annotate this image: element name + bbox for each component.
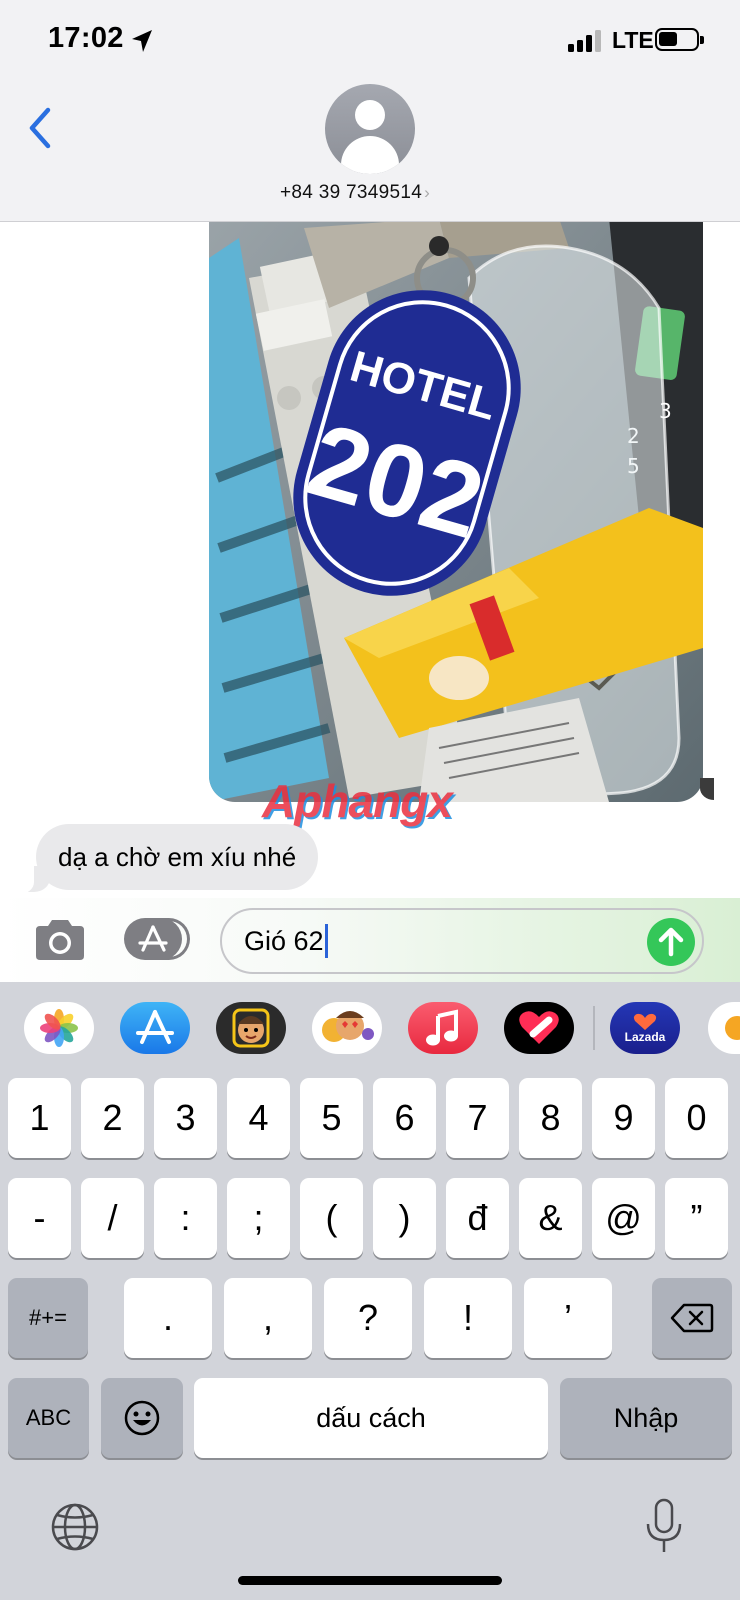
symbols-toggle-key[interactable]: #+= xyxy=(8,1278,88,1358)
key-ampersand[interactable]: & xyxy=(519,1178,582,1258)
more-app-glyph xyxy=(725,1016,740,1040)
received-message-text: dạ a chờ em xíu nhé xyxy=(58,841,297,872)
back-button[interactable] xyxy=(22,100,62,156)
send-button[interactable] xyxy=(647,918,695,966)
received-message-bubble[interactable]: dạ a chờ em xíu nhé xyxy=(36,824,319,890)
space-key[interactable]: dấu cách xyxy=(194,1378,548,1458)
key-period[interactable]: . xyxy=(124,1278,212,1358)
memoji-stickers-app-icon[interactable] xyxy=(312,1002,382,1054)
app-store-icon xyxy=(136,1010,174,1044)
lazada-label: Lazada xyxy=(624,1029,666,1044)
photo-bubble-tail xyxy=(700,778,714,800)
music-icon xyxy=(426,1009,458,1046)
key-1[interactable]: 1 xyxy=(8,1078,71,1158)
lazada-icon xyxy=(633,1013,657,1030)
digital-touch-icon xyxy=(519,1011,559,1044)
app-store-app-icon[interactable] xyxy=(120,1002,190,1054)
person-silhouette-body xyxy=(341,136,399,174)
key-close-paren[interactable]: ) xyxy=(373,1178,436,1258)
keyboard: Lazada 1 2 3 4 5 6 7 8 9 0 - / : ; ( ) đ… xyxy=(0,982,740,1600)
network-type: LTE xyxy=(612,27,654,53)
key-4[interactable]: 4 xyxy=(227,1078,290,1158)
hotel-key-tag-photo: 3 2 5 xyxy=(209,222,703,802)
microphone-icon xyxy=(646,1498,682,1552)
globe-button[interactable] xyxy=(50,1502,100,1552)
person-silhouette-icon xyxy=(355,100,385,130)
memoji-icon xyxy=(232,1008,270,1048)
key-exclamation[interactable]: ! xyxy=(424,1278,512,1358)
key-0[interactable]: 0 xyxy=(665,1078,728,1158)
key-6[interactable]: 6 xyxy=(373,1078,436,1158)
emoji-icon xyxy=(124,1400,160,1436)
more-app-icon[interactable] xyxy=(708,1002,740,1054)
key-3[interactable]: 3 xyxy=(154,1078,217,1158)
key-quote[interactable]: ” xyxy=(665,1178,728,1258)
key-colon[interactable]: : xyxy=(154,1178,217,1258)
signal-strength-icon xyxy=(568,30,604,52)
globe-icon xyxy=(51,1503,99,1551)
key-question[interactable]: ? xyxy=(324,1278,412,1358)
lazada-app-icon[interactable]: Lazada xyxy=(610,1002,680,1054)
key-hyphen[interactable]: - xyxy=(8,1178,71,1258)
return-key[interactable]: Nhập xyxy=(560,1378,732,1458)
key-5[interactable]: 5 xyxy=(300,1078,363,1158)
camera-icon xyxy=(36,920,84,960)
key-at[interactable]: @ xyxy=(592,1178,655,1258)
memoji-app-icon[interactable] xyxy=(216,1002,286,1054)
sent-photo-message[interactable]: 3 2 5 xyxy=(209,222,703,802)
imessage-app-strip: Lazada xyxy=(0,982,740,1072)
photo-watermark: Aphangx xyxy=(262,775,453,827)
home-indicator[interactable] xyxy=(238,1576,502,1585)
status-time: 17:02 xyxy=(48,22,124,54)
message-composer: Gió 62 xyxy=(0,898,740,982)
location-arrow-icon xyxy=(132,30,152,52)
chat-transcript: 3 2 5 xyxy=(0,222,740,898)
key-slash[interactable]: / xyxy=(81,1178,144,1258)
chevron-right-icon: › xyxy=(424,183,431,202)
backspace-icon xyxy=(670,1303,714,1333)
key-9[interactable]: 9 xyxy=(592,1078,655,1158)
key-2[interactable]: 2 xyxy=(81,1078,144,1158)
key-8[interactable]: 8 xyxy=(519,1078,582,1158)
contact-avatar[interactable] xyxy=(325,84,415,174)
message-input[interactable]: Gió 62 xyxy=(220,908,704,974)
arrow-up-icon xyxy=(658,927,684,957)
emoji-key[interactable] xyxy=(101,1378,183,1458)
app-store-icon xyxy=(138,925,168,952)
app-store-button[interactable] xyxy=(124,918,190,962)
music-app-icon[interactable] xyxy=(408,1002,478,1054)
key-open-paren[interactable]: ( xyxy=(300,1178,363,1258)
delete-key[interactable] xyxy=(652,1278,732,1358)
bubble-tail-mask xyxy=(14,862,34,894)
abc-toggle-key[interactable]: ABC xyxy=(8,1378,89,1458)
battery-icon xyxy=(655,28,704,51)
dictation-button[interactable] xyxy=(642,1498,686,1556)
key-comma[interactable]: , xyxy=(224,1278,312,1358)
camera-button[interactable] xyxy=(32,918,88,962)
message-input-value: Gió 62 xyxy=(244,926,324,956)
chevron-left-icon xyxy=(29,107,51,149)
memoji-stickers-icon xyxy=(322,1011,374,1042)
app-strip-divider xyxy=(593,1006,595,1050)
key-apostrophe[interactable]: ’ xyxy=(524,1278,612,1358)
text-caret xyxy=(324,923,328,958)
photos-icon xyxy=(40,1009,78,1047)
status-bar: 17:02 LTE xyxy=(0,0,740,82)
contact-name: +84 39 7349514 xyxy=(280,182,423,203)
key-d-stroke[interactable]: đ xyxy=(446,1178,509,1258)
contact-name-button[interactable]: +84 39 7349514 › xyxy=(280,182,430,204)
digital-touch-app-icon[interactable] xyxy=(504,1002,574,1054)
key-7[interactable]: 7 xyxy=(446,1078,509,1158)
key-semicolon[interactable]: ; xyxy=(227,1178,290,1258)
photos-app-icon[interactable] xyxy=(24,1002,94,1054)
